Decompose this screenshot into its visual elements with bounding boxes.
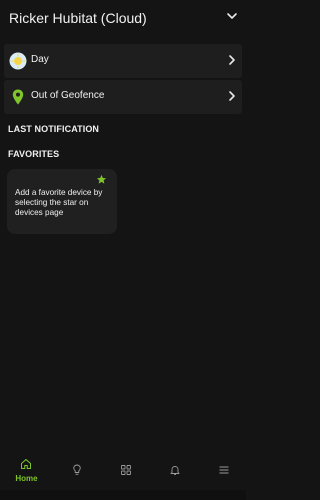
- nav-home-label: Home: [15, 474, 38, 483]
- favorites-heading: FAVORITES: [8, 149, 60, 159]
- bottom-navigation: Home: [0, 454, 246, 490]
- favorites-hint-text: Add a favorite device by selecting the s…: [15, 188, 103, 217]
- location-pin-icon: [12, 89, 24, 105]
- last-notification-heading: LAST NOTIFICATION: [8, 124, 100, 134]
- hub-title: Ricker Hubitat (Cloud): [9, 10, 147, 26]
- nav-notifications[interactable]: [149, 454, 198, 490]
- lightbulb-icon: [73, 464, 81, 475]
- nav-home[interactable]: Home: [2, 454, 51, 490]
- favorites-empty-card: Add a favorite device by selecting the s…: [7, 169, 117, 234]
- geofence-row[interactable]: Out of Geofence: [4, 80, 242, 114]
- star-icon: [96, 174, 107, 184]
- nav-menu[interactable]: [198, 454, 247, 490]
- mode-label: Day: [31, 54, 49, 65]
- bell-icon: [170, 466, 180, 475]
- system-navigation-bar: [0, 490, 246, 500]
- chevron-right-icon: [229, 55, 235, 65]
- sun-icon: [9, 52, 27, 70]
- nav-devices[interactable]: [51, 454, 100, 490]
- app-header[interactable]: Ricker Hubitat (Cloud): [0, 0, 246, 38]
- geofence-label: Out of Geofence: [31, 90, 105, 101]
- chevron-right-icon: [229, 91, 235, 101]
- chevron-down-icon[interactable]: [226, 10, 238, 22]
- mode-row[interactable]: Day: [4, 44, 242, 78]
- grid-icon: [121, 465, 131, 475]
- nav-dashboards[interactable]: [100, 454, 149, 490]
- menu-icon: [219, 466, 229, 474]
- home-icon: [21, 459, 31, 469]
